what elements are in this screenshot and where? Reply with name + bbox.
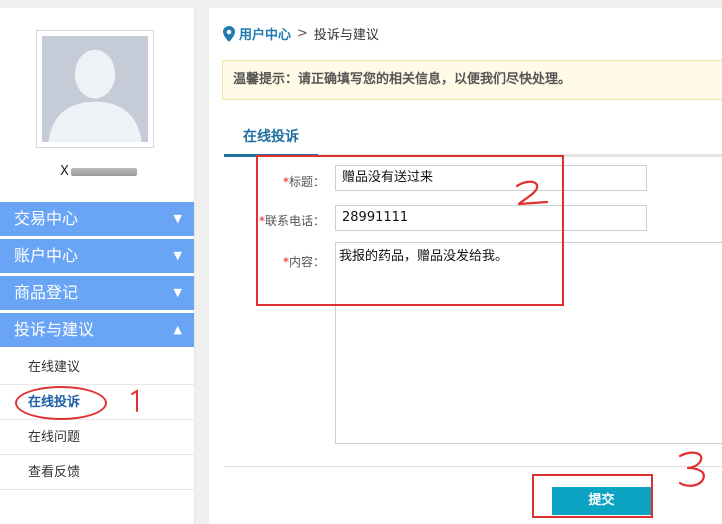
menu-item-account-center[interactable]: 账户中心 ▼ (0, 239, 194, 273)
breadcrumb-separator: > (297, 26, 308, 41)
sidebar-item-online-complaint[interactable]: 在线投诉 (0, 385, 194, 420)
chevron-down-icon: ▼ (173, 286, 182, 299)
menu-item-label: 商品登记 (14, 283, 79, 302)
tab-bar: 在线投诉 (224, 126, 722, 157)
submit-button[interactable]: 提交 (552, 487, 651, 515)
submenu: 在线建议 在线投诉 在线问题 查看反馈 (0, 350, 194, 490)
content-textarea[interactable]: 我报的药品，赠品没发给我。 (335, 242, 722, 444)
phone-label-text: 联系电话： (264, 214, 325, 228)
chevron-down-icon: ▼ (173, 212, 182, 225)
menu-item-label: 账户中心 (14, 246, 79, 265)
sidebar: X 交易中心 ▼ 账户中心 ▼ 商品登记 ▼ 投诉与建议 ▲ 在线建议 在线投诉… (0, 8, 195, 524)
notice-banner: 温馨提示：请正确填写您的相关信息，以便我们尽快处理。 (222, 60, 722, 100)
breadcrumb-user-center[interactable]: 用户中心 (239, 24, 291, 43)
sidebar-item-online-suggestion[interactable]: 在线建议 (0, 350, 194, 385)
avatar[interactable] (36, 30, 154, 148)
tab-online-complaint[interactable]: 在线投诉 (224, 126, 318, 157)
menu-item-label: 交易中心 (14, 209, 79, 228)
sidebar-item-view-feedback[interactable]: 查看反馈 (0, 455, 194, 490)
title-input[interactable]: 赠品没有送过来 (335, 165, 647, 191)
content-label-text: 内容： (288, 255, 325, 269)
divider (224, 466, 722, 467)
chevron-up-icon: ▲ (173, 323, 182, 336)
main-panel: 用户中心 > 投诉与建议 温馨提示：请正确填写您的相关信息，以便我们尽快处理。 … (209, 8, 722, 524)
avatar-image (42, 36, 148, 142)
username-redaction (70, 167, 137, 176)
title-label: *标题： (209, 173, 325, 190)
menu-item-product-registration[interactable]: 商品登记 ▼ (0, 276, 194, 310)
sidebar-menu: 交易中心 ▼ 账户中心 ▼ 商品登记 ▼ 投诉与建议 ▲ 在线建议 在线投诉 在… (0, 202, 194, 490)
sidebar-item-online-question[interactable]: 在线问题 (0, 420, 194, 455)
breadcrumb-current: 投诉与建议 (313, 28, 379, 43)
phone-input[interactable]: 28991111 (335, 205, 647, 231)
menu-item-trade-center[interactable]: 交易中心 ▼ (0, 202, 194, 236)
username: X (60, 164, 137, 179)
phone-label: *联系电话： (209, 212, 325, 229)
menu-item-label: 投诉与建议 (14, 320, 95, 339)
breadcrumb: 用户中心 > 投诉与建议 (223, 24, 379, 43)
title-label-text: 标题： (288, 175, 325, 189)
location-pin-icon (223, 25, 235, 42)
chevron-down-icon: ▼ (173, 249, 182, 262)
content-label: *内容： (209, 253, 325, 270)
menu-item-complaints-suggestions[interactable]: 投诉与建议 ▲ (0, 313, 194, 347)
user-silhouette-icon (48, 49, 142, 142)
username-initial: X (60, 164, 69, 179)
